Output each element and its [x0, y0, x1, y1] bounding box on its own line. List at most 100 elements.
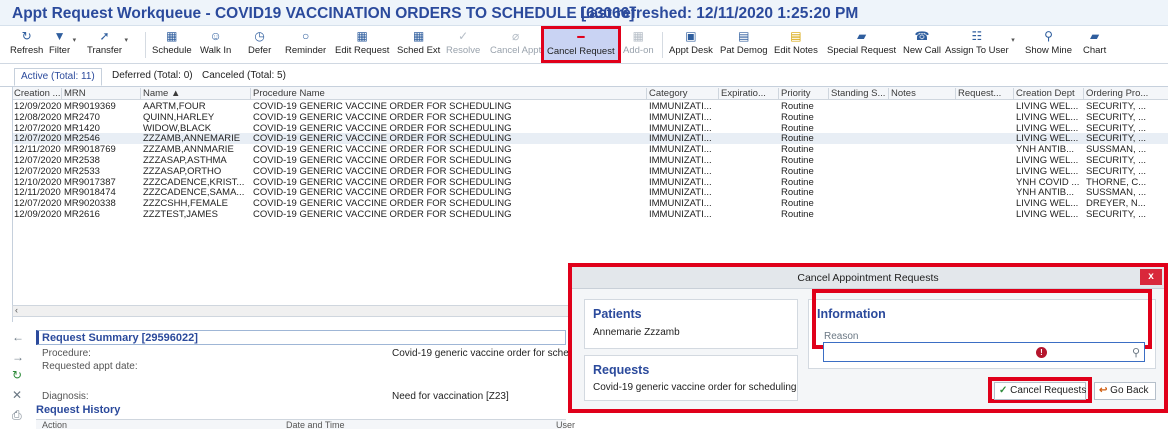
special-request-button[interactable]: ▰ Special Request: [827, 28, 896, 61]
go-back-button[interactable]: ↩ Go Back: [1094, 382, 1156, 400]
tab-active[interactable]: Active (Total: 11): [14, 68, 102, 86]
toolbar-separator: [662, 32, 663, 58]
show-mine-button[interactable]: ⚲ Show Mine: [1025, 28, 1072, 61]
resolve-button[interactable]: ✓ Resolve: [446, 28, 480, 61]
table-cell: 12/08/2020: [14, 111, 62, 123]
column-header[interactable]: Creation Dept: [1016, 88, 1084, 99]
column-header[interactable]: Creation ...: [14, 88, 62, 99]
column-header[interactable]: Priority: [781, 88, 829, 99]
table-row[interactable]: 12/07/2020 MR2533 ZZZASAP,ORTHO COVID-19 GE…: [13, 166, 1168, 177]
edit-request-button[interactable]: ▦ Edit Request: [335, 28, 389, 61]
column-header[interactable]: Expiratio...: [721, 88, 779, 99]
close-icon[interactable]: ✕: [12, 388, 22, 402]
print-icon[interactable]: ⎙: [12, 408, 22, 423]
refresh-button[interactable]: ↻ Refresh: [10, 28, 43, 61]
table-cell: Routine: [781, 187, 814, 199]
table-cell: COVID-19 GENERIC VACCINE ORDER FOR SCHED…: [253, 209, 512, 220]
table-row[interactable]: 12/09/2020 MR2616 ZZZTEST,JAMES COVID-19 GE…: [13, 209, 1168, 220]
reason-highlight: [812, 289, 1152, 349]
table-row[interactable]: 12/11/2020 MR9018474 ZZZCADENCE,SAMA... COV…: [13, 187, 1168, 198]
forward-arrow-icon[interactable]: →: [12, 350, 24, 364]
back-arrow-icon[interactable]: ←: [12, 330, 24, 344]
filter-dropdown-icon: ▾: [72, 37, 77, 44]
table-row[interactable]: 12/09/2020 MR9019369 AARTM,FOUR COVID-19 GE…: [13, 101, 1168, 112]
reminder-button[interactable]: ○ Reminder: [285, 28, 326, 61]
defer-button[interactable]: ◷ Defer: [248, 28, 271, 61]
tab-canceled[interactable]: Canceled (Total: 5): [202, 70, 286, 81]
column-header[interactable]: Procedure Name: [253, 88, 643, 99]
last-refreshed: Last refreshed: 12/11/2020 1:25:20 PM: [580, 5, 859, 22]
table-cell: Routine: [781, 155, 814, 166]
table-cell: MR1420: [64, 122, 100, 134]
cancel-request-button[interactable]: ━ Cancel Request: [541, 26, 621, 63]
reason-input[interactable]: [823, 342, 1145, 362]
refresh-icon[interactable]: ↻: [12, 368, 22, 382]
column-divider[interactable]: [955, 88, 956, 99]
column-divider[interactable]: [718, 88, 719, 99]
table-cell: ZZZAMB,ANNEMARIE: [143, 133, 241, 145]
diagnosis-value: Need for vaccination [Z23]: [392, 391, 509, 402]
add-on-button[interactable]: ▦ Add-on: [623, 28, 654, 61]
table-row[interactable]: 12/07/2020 MR9020338 ZZZCSHH,FEMALE COVID-1…: [13, 198, 1168, 209]
table-row[interactable]: 12/10/2020 MR9017387 ZZZCADENCE,KRIST... CO…: [13, 177, 1168, 188]
close-icon[interactable]: x: [1140, 269, 1162, 285]
column-divider[interactable]: [250, 88, 251, 99]
table-cell: QUINN,HARLEY: [143, 111, 215, 123]
column-divider[interactable]: [1013, 88, 1014, 99]
column-header[interactable]: Category: [649, 88, 719, 99]
table-row[interactable]: 12/11/2020 MR9018769 ZZZAMB,ANNMARIE COVID-…: [13, 144, 1168, 155]
table-row[interactable]: 12/08/2020 MR2470 QUINN,HARLEY COVID-19 GEN…: [13, 112, 1168, 123]
column-divider[interactable]: [140, 88, 141, 99]
table-cell: Routine: [781, 198, 814, 210]
column-divider[interactable]: [888, 88, 889, 99]
walk-in-button[interactable]: ☺ Walk In: [200, 28, 231, 61]
table-cell: MR2616: [64, 209, 100, 220]
add-on-icon: ▦: [632, 29, 644, 43]
sched-ext-button[interactable]: ▦ Sched Ext: [397, 28, 440, 61]
new-call-button[interactable]: ☎ New Call: [903, 28, 941, 61]
cancel-appt-icon: ⌀: [512, 29, 520, 43]
column-header[interactable]: Notes: [891, 88, 955, 99]
table-cell: 12/07/2020: [14, 133, 62, 145]
search-icon: ⚲: [1044, 29, 1053, 43]
cancel-appt-button[interactable]: ⌀ Cancel Appt: [490, 28, 541, 61]
transfer-button[interactable]: ➚ Transfer ▾: [87, 28, 128, 61]
assign-user-icon: ☷: [971, 29, 983, 43]
tab-deferred[interactable]: Deferred (Total: 0): [112, 70, 193, 81]
column-divider[interactable]: [646, 88, 647, 99]
table-cell: Routine: [781, 165, 814, 177]
filter-button[interactable]: ▼ Filter ▾: [49, 28, 76, 61]
edit-notes-button[interactable]: ▤ Edit Notes: [774, 28, 818, 61]
appt-desk-button[interactable]: ▣ Appt Desk: [669, 28, 713, 61]
table-row[interactable]: 12/07/2020 MR1420 WIDOW,BLACK COVID-19 GENE…: [13, 123, 1168, 134]
column-divider[interactable]: [1083, 88, 1084, 99]
pat-demog-button[interactable]: ▤ Pat Demog: [720, 28, 768, 61]
title-bar: Appt Request Workqueue - COVID19 VACCINA…: [0, 0, 1168, 26]
table-cell: Routine: [781, 176, 814, 188]
column-divider[interactable]: [61, 88, 62, 99]
column-header[interactable]: MRN: [64, 88, 140, 99]
column-header[interactable]: Ordering Pro...: [1086, 88, 1156, 99]
column-divider[interactable]: [778, 88, 779, 99]
chart-button[interactable]: ▰ Chart: [1083, 28, 1106, 61]
requests-panel: Requests Covid-19 generic vaccine order …: [584, 355, 798, 401]
search-icon[interactable]: ⚲: [1132, 346, 1140, 359]
table-cell: MR9019369: [64, 101, 116, 112]
table-cell: MR2546: [64, 133, 100, 145]
diagnosis-label: Diagnosis:: [42, 391, 89, 402]
column-divider[interactable]: [828, 88, 829, 99]
column-header[interactable]: Name ▲: [143, 88, 251, 99]
cancel-requests-button[interactable]: ✓ Cancel Requests: [994, 382, 1086, 400]
assign-to-user-button[interactable]: ☷ Assign To User ▾: [945, 28, 1015, 61]
schedule-button[interactable]: ▦ Schedule: [152, 28, 192, 61]
table-row[interactable]: 12/07/2020 MR2546 ZZZAMB,ANNEMARIE COVID-19…: [13, 133, 1168, 145]
scroll-left-icon[interactable]: ‹: [15, 305, 18, 315]
column-header[interactable]: Standing S...: [831, 88, 889, 99]
column-header[interactable]: Request...: [958, 88, 1014, 99]
table-cell: SECURITY, ...: [1086, 209, 1147, 220]
horizontal-scrollbar[interactable]: ‹: [12, 305, 592, 317]
table-cell: Routine: [781, 122, 814, 134]
table-cell: COVID-19 GENERIC VACCINE ORDER FOR SCHED…: [253, 133, 512, 145]
workqueue-tabs: Active (Total: 11) Deferred (Total: 0) C…: [0, 64, 1168, 86]
table-row[interactable]: 12/07/2020 MR2538 ZZZASAP,ASTHMA COVID-19 G…: [13, 155, 1168, 166]
